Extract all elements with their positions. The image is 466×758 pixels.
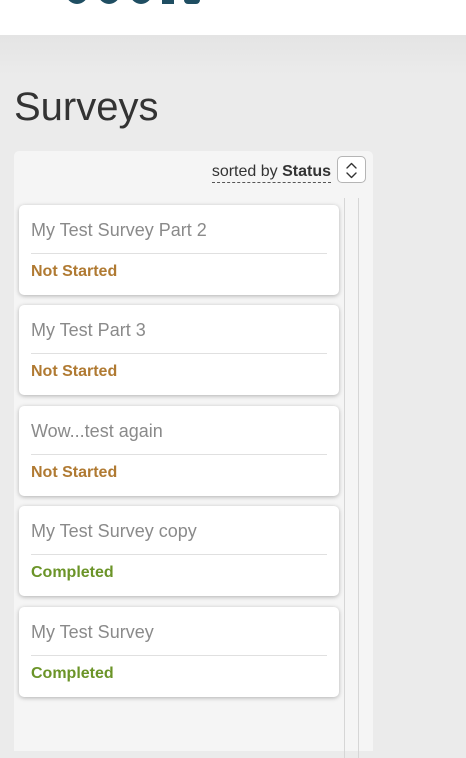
- survey-status: Not Started: [31, 263, 118, 280]
- survey-title: My Test Survey copy: [31, 521, 197, 541]
- page-title: Surveys: [14, 85, 159, 129]
- sort-label[interactable]: sorted by Status: [211, 162, 331, 183]
- survey-status: Completed: [31, 665, 114, 682]
- card-divider: [31, 655, 327, 656]
- survey-card[interactable]: My Test Survey Completed: [19, 607, 339, 697]
- survey-card[interactable]: My Test Part 3 Not Started: [19, 305, 339, 395]
- logo[interactable]: [66, 0, 216, 7]
- survey-title: Wow...test again: [31, 421, 163, 441]
- top-bar-shadow: [0, 35, 466, 75]
- survey-card[interactable]: Wow...test again Not Started: [19, 406, 339, 496]
- card-divider: [31, 353, 327, 354]
- column-divider: [344, 198, 345, 758]
- card-divider: [31, 554, 327, 555]
- top-bar: [0, 0, 466, 35]
- survey-card[interactable]: My Test Survey copy Completed: [19, 506, 339, 596]
- survey-status: Completed: [31, 564, 114, 581]
- sort-select[interactable]: [337, 156, 366, 183]
- survey-title: My Test Part 3: [31, 320, 146, 340]
- card-divider: [31, 454, 327, 455]
- card-divider: [31, 253, 327, 254]
- chevron-up-down-icon: [346, 162, 357, 179]
- panel-header: sorted by Status: [14, 151, 373, 191]
- sort-value: Status: [282, 163, 331, 180]
- survey-card[interactable]: My Test Survey Part 2 Not Started: [19, 205, 339, 295]
- survey-panel: sorted by Status My Test Survey Part 2 No…: [14, 151, 373, 758]
- survey-status: Not Started: [31, 464, 118, 481]
- survey-title: My Test Survey: [31, 622, 154, 642]
- survey-status: Not Started: [31, 363, 118, 380]
- survey-title: My Test Survey Part 2: [31, 220, 207, 240]
- sort-prefix: sorted by: [211, 163, 278, 180]
- column-divider: [358, 198, 359, 758]
